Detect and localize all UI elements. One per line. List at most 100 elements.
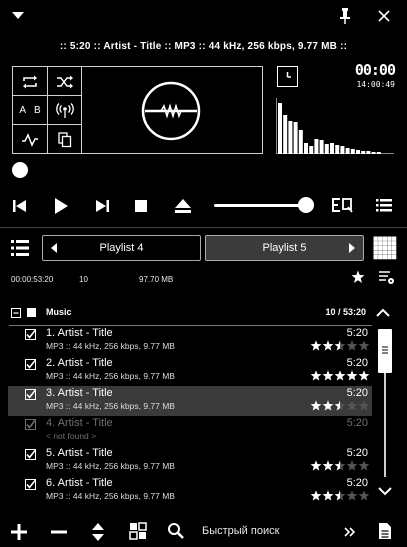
track-info: MP3 :: 44 kHz, 256 kbps, 9.77 MB xyxy=(46,341,175,351)
previous-track-icon[interactable] xyxy=(11,198,29,214)
scrollbar-thumb[interactable] xyxy=(378,329,392,373)
clock-icon[interactable] xyxy=(277,66,298,87)
spectrum-bar xyxy=(283,115,288,154)
track-title: 6. Artist - Title xyxy=(46,477,113,489)
spectrum-bar xyxy=(340,146,345,154)
spectrum-bar xyxy=(361,151,366,154)
track-row[interactable]: 3. Artist - Title MP3 :: 44 kHz, 256 kbps… xyxy=(8,386,372,416)
broadcast-icon[interactable] xyxy=(48,96,82,125)
spectrum-bar xyxy=(319,140,324,154)
spectrum-bar xyxy=(278,103,282,154)
track-rating[interactable] xyxy=(310,490,370,502)
playlist-list-icon[interactable] xyxy=(375,198,393,212)
search-icon[interactable] xyxy=(167,522,185,540)
next-playlist-arrow-icon[interactable] xyxy=(349,243,355,253)
track-title: 3. Artist - Title xyxy=(46,387,113,399)
stop-icon[interactable] xyxy=(134,199,148,213)
close-icon[interactable] xyxy=(376,8,392,24)
track-checkbox[interactable] xyxy=(25,419,36,430)
playlist-total-time: 00:00:53:20 xyxy=(11,275,54,284)
track-row[interactable]: 6. Artist - TitleMP3 :: 44 kHz, 256 kbps… xyxy=(8,476,372,506)
spectrum-bar xyxy=(293,122,298,154)
track-info: < not found > xyxy=(46,431,97,441)
track-checkbox[interactable] xyxy=(25,389,36,400)
track-rating[interactable] xyxy=(310,370,370,382)
playlist-track-count: 10 xyxy=(79,275,88,284)
layout-grid-icon[interactable] xyxy=(129,522,147,540)
elapsed-time[interactable]: 00:00 xyxy=(345,61,396,79)
track-info: MP3 :: 44 kHz, 256 kbps, 9.77 MB xyxy=(46,461,175,471)
ab-repeat-a-label: A xyxy=(19,105,26,116)
scroll-up-icon[interactable] xyxy=(372,306,394,320)
track-duration: 5:20 xyxy=(346,387,368,399)
equalizer-icon[interactable] xyxy=(332,197,354,213)
remove-icon[interactable] xyxy=(50,523,68,541)
spectrum-bar xyxy=(335,145,340,154)
track-rating[interactable] xyxy=(310,340,370,352)
player-panel: :: 5:20 :: Artist - Title :: MP3 :: 44 k… xyxy=(0,0,407,227)
playlist-toolbar: Быстрый поиск xyxy=(0,516,407,547)
move-up-down-icon[interactable] xyxy=(90,522,106,542)
tab-playlist-4[interactable]: Playlist 4 xyxy=(42,235,201,261)
group-checkbox[interactable] xyxy=(27,308,36,317)
playlist-grid-icon[interactable] xyxy=(373,236,397,260)
track-info: MP3 :: 44 kHz, 256 kbps, 9.77 MB xyxy=(46,371,175,381)
track-row[interactable]: 2. Artist - Title MP3 :: 44 kHz, 256 kbps… xyxy=(8,356,372,386)
star-favorite-icon[interactable] xyxy=(351,270,365,284)
quick-search-input[interactable]: Быстрый поиск xyxy=(202,525,279,537)
track-duration: 5:20 xyxy=(346,357,368,369)
track-row[interactable]: 5. Artist - Title MP3 :: 44 kHz, 256 kbps… xyxy=(8,446,372,476)
track-checkbox[interactable] xyxy=(25,359,36,370)
playlist-group-header[interactable]: Music 10 / 53:20 xyxy=(0,306,372,324)
menu-dropdown-icon[interactable] xyxy=(10,8,26,22)
group-summary: 10 / 53:20 xyxy=(325,307,366,317)
track-row[interactable]: 1. Artist - Title MP3 :: 44 kHz, 256 kbps… xyxy=(8,326,372,356)
spectrum-analyzer xyxy=(276,98,394,154)
shuffle-icon[interactable] xyxy=(48,67,82,96)
system-time: 14:00:49 xyxy=(356,80,395,89)
next-track-icon[interactable] xyxy=(93,198,111,214)
track-duration: 5:20 xyxy=(346,477,368,489)
spectrum-bar xyxy=(324,144,329,154)
seek-slider-knob[interactable] xyxy=(12,162,28,178)
collapse-group-icon[interactable] xyxy=(11,308,21,318)
spectrum-bar xyxy=(350,149,355,154)
track-rating[interactable] xyxy=(310,460,370,472)
function-button-grid: A B xyxy=(12,66,82,154)
group-name: Music xyxy=(46,307,72,317)
spectrum-bar xyxy=(330,143,334,154)
spectrum-bar xyxy=(309,146,314,154)
pin-icon[interactable] xyxy=(337,7,353,25)
sort-settings-icon[interactable] xyxy=(378,270,396,286)
ab-repeat-b-label: B xyxy=(34,105,41,116)
spectrum-bar xyxy=(371,152,376,154)
document-icon[interactable] xyxy=(378,522,392,540)
track-title: 4. Artist - Title xyxy=(46,417,113,429)
copy-icon[interactable] xyxy=(48,125,82,154)
waveform-icon[interactable] xyxy=(13,125,47,154)
track-checkbox[interactable] xyxy=(25,329,36,340)
repeat-icon[interactable] xyxy=(13,67,47,96)
spectrum-bar xyxy=(356,150,360,154)
track-row[interactable]: 4. Artist - Title < not found > 5:20 xyxy=(8,416,372,446)
track-rating[interactable] xyxy=(310,400,370,412)
play-icon[interactable] xyxy=(52,197,70,215)
scroll-down-icon[interactable] xyxy=(374,484,396,498)
track-checkbox[interactable] xyxy=(25,479,36,490)
volume-slider-knob[interactable] xyxy=(298,197,314,213)
spectrum-bar xyxy=(288,121,293,154)
playlist-scrollbar[interactable] xyxy=(378,326,392,478)
tab-playlist-5[interactable]: Playlist 5 xyxy=(205,235,364,261)
previous-playlist-arrow-icon[interactable] xyxy=(51,243,57,253)
ab-repeat-button[interactable]: A B xyxy=(13,96,47,125)
visualization-area[interactable] xyxy=(81,66,263,154)
tab-label: Playlist 5 xyxy=(262,242,307,254)
track-duration: 5:20 xyxy=(346,447,368,459)
add-icon[interactable] xyxy=(10,523,28,541)
eject-icon[interactable] xyxy=(174,197,192,215)
scrollbar-track[interactable] xyxy=(384,373,386,477)
track-checkbox[interactable] xyxy=(25,449,36,460)
track-info: MP3 :: 44 kHz, 256 kbps, 9.77 MB xyxy=(46,491,175,501)
fast-forward-icon[interactable] xyxy=(343,525,357,539)
playlist-menu-icon[interactable] xyxy=(10,239,30,257)
